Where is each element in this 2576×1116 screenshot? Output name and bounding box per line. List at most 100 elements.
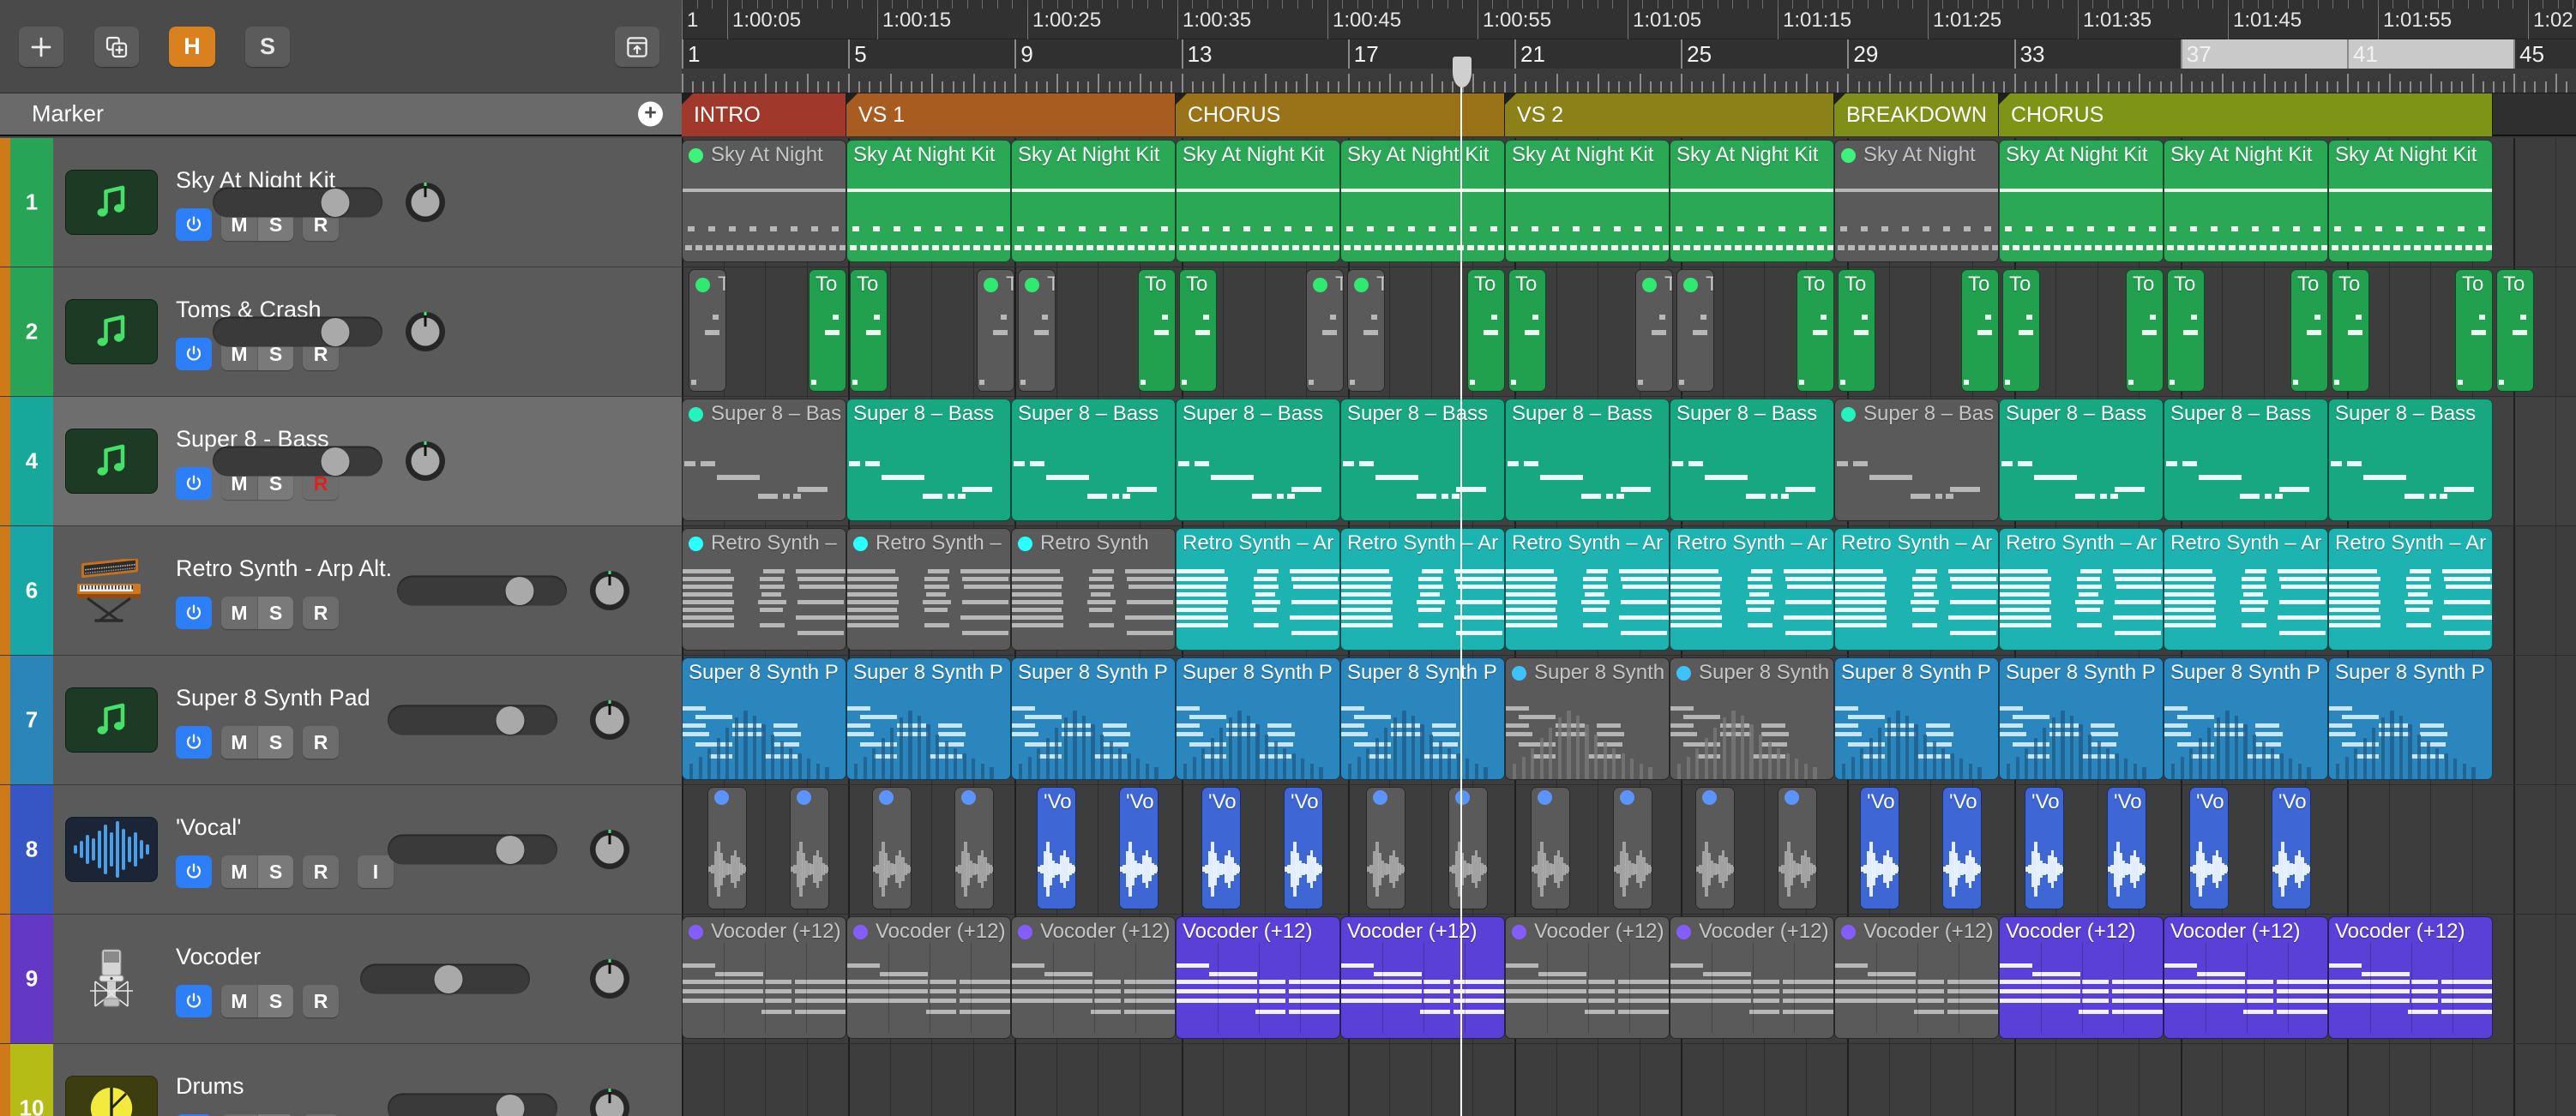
region[interactable]: Super 8 Synth [1670, 657, 1834, 780]
region[interactable]: Vocoder (+12) [1670, 916, 1834, 1039]
track-name[interactable]: Drums [176, 1073, 244, 1100]
region[interactable]: Retro Synth – Ar [1999, 528, 2164, 651]
track-mute-button[interactable]: M [221, 726, 257, 759]
beat-tick-row[interactable] [682, 69, 2576, 93]
region[interactable] [1366, 787, 1405, 909]
region[interactable]: Vocoder (+12) [846, 916, 1011, 1039]
region[interactable]: To [1347, 269, 1385, 392]
region[interactable]: Super 8 Synth P [1176, 657, 1340, 780]
marker-region[interactable]: VS 2 [1505, 93, 1834, 136]
region[interactable]: Retro Synth – Ar [1505, 528, 1670, 651]
region[interactable]: 'Vo [1201, 787, 1241, 909]
region[interactable]: To [1797, 269, 1834, 392]
region[interactable]: Sky At Night Kit [1670, 140, 1834, 262]
region[interactable]: Super 8 – Bass [2328, 399, 2493, 521]
region[interactable] [707, 787, 747, 909]
region[interactable]: Sky At Night Kit [1999, 140, 2164, 262]
volume-slider-thumb[interactable] [321, 447, 350, 476]
track-volume-slider[interactable] [213, 316, 382, 347]
region[interactable]: To [1138, 269, 1176, 392]
region[interactable]: 'Vo [1119, 787, 1159, 909]
track-name[interactable]: 'Vocal' [176, 814, 241, 841]
track-header[interactable]: 9 Vocoder M S R [0, 915, 682, 1044]
region[interactable]: To [2002, 269, 2040, 392]
marker-region[interactable]: BREAKDOWN [1834, 93, 1999, 136]
region[interactable]: To [689, 269, 726, 392]
region[interactable]: Sky At Night Kit [1011, 140, 1176, 262]
region[interactable]: Vocoder (+12) [1505, 916, 1670, 1039]
region[interactable]: Super 8 – Bass [846, 399, 1011, 521]
track-power-button[interactable] [176, 467, 212, 500]
track-name[interactable]: Super 8 Synth Pad [176, 685, 370, 711]
volume-slider-thumb[interactable] [321, 317, 350, 346]
track-record-button[interactable]: R [303, 855, 339, 888]
region[interactable]: Super 8 – Bass [1505, 399, 1670, 521]
track-power-button[interactable] [176, 338, 212, 370]
bar-number-row[interactable]: 1 5 9 13 17 21 25 29 33 37 41 45 [682, 39, 2576, 69]
track-icon[interactable] [65, 299, 158, 364]
region[interactable]: Super 8 Synth P [1999, 657, 2164, 780]
region[interactable]: Super 8 – Bass [2164, 399, 2328, 521]
region[interactable]: Sky At Night Kit [1340, 140, 1505, 262]
track-header[interactable]: 8 'Vocal' M S R I [0, 785, 682, 915]
region[interactable]: To [850, 269, 888, 392]
add-marker-button[interactable]: + [638, 101, 663, 127]
region[interactable]: To [1179, 269, 1217, 392]
track-lane[interactable]: Retro Synth – Retro Synth – Retro Synth Ret… [682, 526, 2576, 656]
region[interactable]: 'Vo [2272, 787, 2311, 909]
track-record-button[interactable]: R [303, 985, 339, 1017]
region[interactable] [1778, 787, 1817, 909]
region[interactable]: Super 8 – Bas [1834, 399, 1999, 521]
library-button[interactable] [615, 27, 659, 67]
region[interactable]: Super 8 – Bass [1176, 399, 1340, 521]
track-volume-slider[interactable] [388, 1093, 557, 1116]
track-volume-slider[interactable] [213, 187, 382, 218]
track-icon[interactable] [65, 687, 158, 753]
region[interactable]: Retro Synth – [682, 528, 846, 651]
solo-tracks-button[interactable]: S [245, 27, 290, 67]
track-header[interactable]: 6 Retro Synth - Arp Alt. M S R [0, 526, 682, 656]
region[interactable]: To [977, 269, 1014, 392]
region[interactable] [1448, 787, 1488, 909]
region[interactable]: Super 8 Synth P [1340, 657, 1505, 780]
region[interactable]: To [2332, 269, 2369, 392]
region[interactable]: 'Vo [1860, 787, 1899, 909]
region[interactable]: Super 8 Synth [1505, 657, 1670, 780]
region[interactable]: Super 8 – Bass [1670, 399, 1834, 521]
track-pan-knob[interactable] [590, 1089, 629, 1116]
add-track-button[interactable] [19, 27, 63, 67]
track-power-button[interactable] [176, 985, 212, 1017]
track-header[interactable]: 10 Drums M S R [0, 1044, 682, 1116]
playhead-handle[interactable] [1452, 57, 1472, 87]
track-header[interactable]: 1 Sky At Night Kit M S R [0, 138, 682, 267]
region[interactable]: Retro Synth – [846, 528, 1011, 651]
region[interactable]: To [2290, 269, 2328, 392]
track-header[interactable]: 2 Toms & Crash M S R [0, 267, 682, 397]
track-header[interactable]: 7 Super 8 Synth Pad M S R [0, 656, 682, 785]
region[interactable]: 'Vo [2025, 787, 2064, 909]
region[interactable]: 'Vo [2107, 787, 2146, 909]
region[interactable]: Vocoder (+12) [2164, 916, 2328, 1039]
region[interactable]: Vocoder (+12) [1834, 916, 1999, 1039]
track-power-button[interactable] [176, 855, 212, 888]
track-lane[interactable]: To To To To To To To To To To To To To To To To To To To To… [682, 267, 2576, 397]
region[interactable]: Retro Synth [1011, 528, 1176, 651]
track-icon[interactable] [65, 1076, 158, 1116]
region[interactable]: To [1838, 269, 1875, 392]
region[interactable]: To [2126, 269, 2164, 392]
volume-slider-thumb[interactable] [321, 188, 350, 217]
track-mute-button[interactable]: M [221, 855, 257, 888]
track-lane[interactable]: Sky At Night Sky At Night Kit Sky At Night… [682, 138, 2576, 267]
region[interactable] [1613, 787, 1652, 909]
track-pan-knob[interactable] [590, 959, 629, 999]
marker-lane[interactable]: INTRO VS 1 CHORUS VS 2 BREAKDOWN CHORUS [682, 93, 2576, 136]
track-power-button[interactable] [176, 726, 212, 759]
track-pan-knob[interactable] [590, 700, 629, 740]
region[interactable]: To [1306, 269, 1344, 392]
region[interactable]: Retro Synth – Ar [1670, 528, 1834, 651]
track-pan-knob[interactable] [590, 830, 629, 869]
track-solo-button[interactable]: S [257, 855, 293, 888]
region[interactable]: 'Vo [1284, 787, 1323, 909]
region[interactable]: To [1961, 269, 1999, 392]
track-header[interactable]: 4 Super 8 - Bass M S R [0, 397, 682, 526]
